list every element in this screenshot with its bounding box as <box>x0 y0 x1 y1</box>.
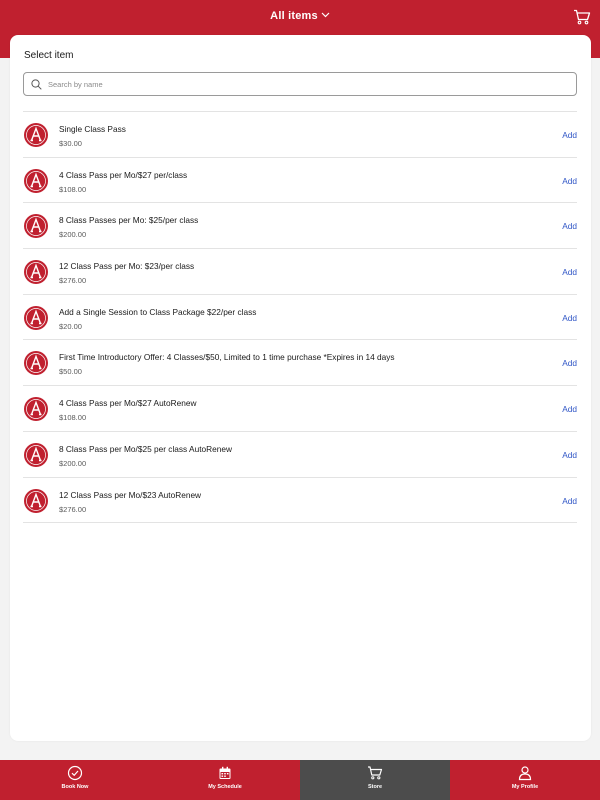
add-button[interactable]: Add <box>562 176 577 186</box>
tab-book-now[interactable]: Book Now <box>0 760 150 800</box>
add-button[interactable]: Add <box>562 267 577 277</box>
add-button[interactable]: Add <box>562 358 577 368</box>
item-price: $108.00 <box>59 413 87 423</box>
studio-logo-icon <box>24 397 48 422</box>
category-dropdown[interactable]: All items <box>0 10 600 22</box>
item-name: Single Class Pass <box>59 124 126 134</box>
studio-logo-icon <box>24 305 48 330</box>
studio-logo-icon <box>24 488 48 513</box>
item-name: 8 Class Pass per Mo/$25 per class AutoRe… <box>59 443 232 454</box>
studio-logo-icon <box>24 168 48 193</box>
search-icon <box>31 79 42 90</box>
bottom-nav: Book Now My Schedule Store My Profile <box>0 760 600 800</box>
item-name: 4 Class Pass per Mo/$27 AutoRenew <box>59 398 197 409</box>
item-name: First Time Introductory Offer: 4 Classes… <box>59 352 395 363</box>
item-list: Single Class Pass $30.00 Add 4 Class Pas… <box>23 111 577 524</box>
studio-logo-icon <box>24 214 48 239</box>
tab-my-profile[interactable]: My Profile <box>450 760 600 800</box>
list-item: 4 Class Pass per Mo/$27 AutoRenew $108.0… <box>23 386 577 432</box>
category-dropdown-label: All items <box>270 10 318 22</box>
item-name: Add a Single Session to Class Package $2… <box>59 306 257 317</box>
tab-label: Store <box>367 784 383 790</box>
calendar-icon <box>219 766 231 779</box>
add-button[interactable]: Add <box>562 450 577 460</box>
item-name: 4 Class Pass per Mo/$27 per/class <box>59 169 188 180</box>
studio-logo-icon <box>24 442 48 467</box>
studio-logo-icon <box>24 123 48 147</box>
card-title: Select item <box>24 50 74 61</box>
item-price: $20.00 <box>59 321 82 331</box>
search-box[interactable] <box>23 72 577 96</box>
list-item: First Time Introductory Offer: 4 Classes… <box>23 340 577 387</box>
item-selection-card: Select item Single Class Pass $30.00 Add… <box>10 35 591 741</box>
chevron-down-icon <box>321 12 330 18</box>
item-name: 8 Class Passes per Mo: $25/per class <box>59 215 199 226</box>
list-item: Single Class Pass $30.00 Add <box>23 112 577 158</box>
list-item: Add a Single Session to Class Package $2… <box>23 295 577 341</box>
add-button[interactable]: Add <box>562 496 577 506</box>
studio-logo-icon <box>24 351 48 376</box>
list-item: 8 Class Passes per Mo: $25/per class $20… <box>23 203 577 250</box>
search-input[interactable] <box>48 76 568 92</box>
list-item: 12 Class Pass per Mo/$23 AutoRenew $276.… <box>23 478 577 524</box>
tab-label: My Profile <box>511 784 539 790</box>
list-item: 8 Class Pass per Mo/$25 per class AutoRe… <box>23 432 577 478</box>
item-price: $200.00 <box>59 458 87 468</box>
cart-icon[interactable] <box>573 9 591 25</box>
tab-my-schedule[interactable]: My Schedule <box>150 760 300 800</box>
add-button[interactable]: Add <box>562 404 577 414</box>
tab-store[interactable]: Store <box>300 760 450 800</box>
add-button[interactable]: Add <box>562 221 577 231</box>
studio-logo-icon <box>24 260 48 285</box>
tab-label: Book Now <box>61 784 89 790</box>
item-price: $30.00 <box>59 139 82 148</box>
tab-label: My Schedule <box>208 784 242 790</box>
item-price: $108.00 <box>59 184 87 194</box>
list-item: 12 Class Pass per Mo: $23/per class $276… <box>23 249 577 295</box>
item-name: 12 Class Pass per Mo/$23 AutoRenew <box>59 489 202 500</box>
check-circle-icon <box>67 765 83 781</box>
item-price: $200.00 <box>59 230 87 240</box>
add-button[interactable]: Add <box>562 130 577 140</box>
list-item: 4 Class Pass per Mo/$27 per/class $108.0… <box>23 158 577 204</box>
item-price: $276.00 <box>59 504 87 514</box>
cart-icon <box>368 766 383 780</box>
item-price: $276.00 <box>59 276 87 286</box>
add-button[interactable]: Add <box>562 313 577 323</box>
item-price: $50.00 <box>59 367 82 377</box>
person-icon <box>518 766 532 781</box>
item-name: 12 Class Pass per Mo: $23/per class <box>59 261 195 272</box>
